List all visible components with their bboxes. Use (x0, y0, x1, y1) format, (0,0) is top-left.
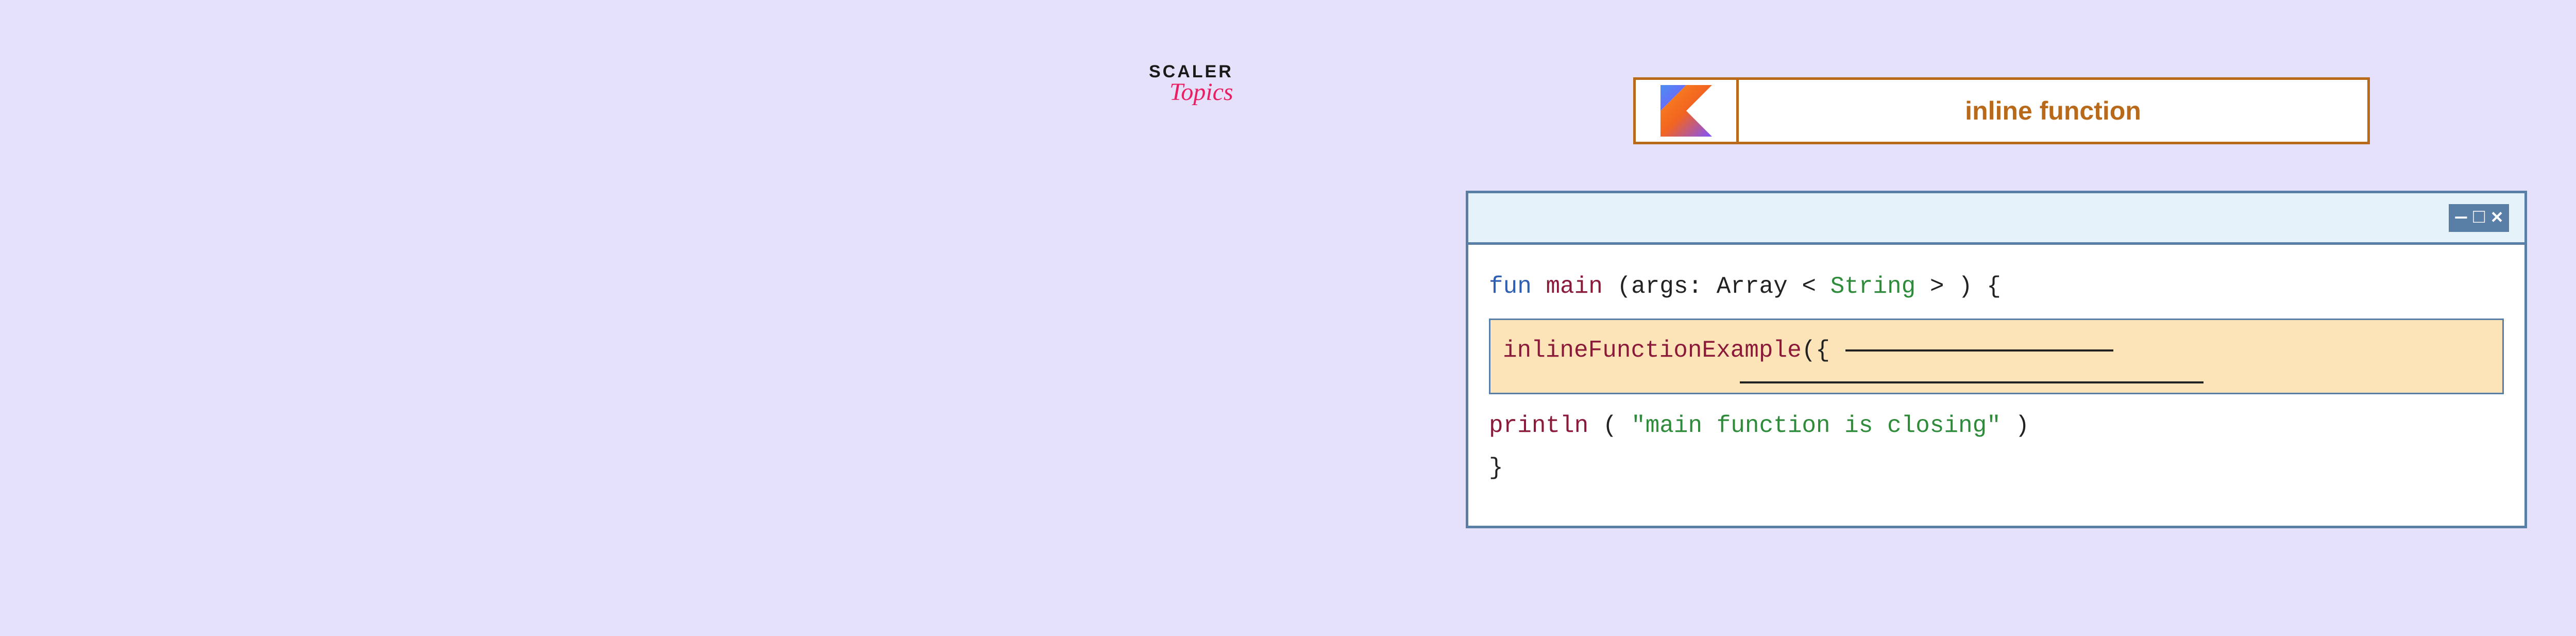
code-window: — □ ✕ fun main (args: Array < String > )… (1466, 191, 2527, 528)
close-icon: ✕ (2491, 208, 2503, 228)
args-open: (args: Array (1617, 273, 1787, 300)
code-line-1: fun main (args: Array < String > ) { (1489, 265, 2504, 308)
placeholder-line-1 (1845, 349, 2113, 352)
func-main: main (1546, 273, 1602, 300)
window-controls: — □ ✕ (2449, 204, 2509, 232)
inline-open: ({ (1802, 329, 1830, 372)
println-open: ( (1603, 412, 1617, 439)
brand-logo: SCALER Topics (1149, 62, 1233, 106)
title-text: inline function (1965, 96, 2141, 126)
closing-brace: } (1489, 455, 1503, 481)
title-box: inline function (1633, 77, 2370, 144)
minimize-icon: — (2455, 208, 2467, 228)
code-body: fun main (args: Array < String > ) { inl… (1468, 245, 2524, 526)
kotlin-icon (1660, 85, 1712, 137)
highlight-line-1: inlineFunctionExample ({ (1503, 329, 2490, 372)
title-icon-cell (1636, 80, 1739, 142)
maximize-icon: □ (2473, 208, 2485, 228)
placeholder-line-2 (1740, 381, 2204, 383)
code-line-4: } (1489, 447, 2504, 490)
println-fn: println (1489, 412, 1588, 439)
highlight-box: inlineFunctionExample ({ (1489, 319, 2504, 394)
type-string: String (1831, 273, 1916, 300)
logo-sub-text: Topics (1170, 78, 1233, 106)
window-titlebar: — □ ✕ (1468, 193, 2524, 245)
args-close: ) { (1958, 273, 2001, 300)
gt: > (1930, 273, 1944, 300)
keyword-fun: fun (1489, 273, 1532, 300)
lt: < (1802, 273, 1816, 300)
inline-fn-call: inlineFunctionExample (1503, 329, 1802, 372)
println-close: ) (2015, 412, 2029, 439)
title-text-cell: inline function (1739, 80, 2367, 142)
code-line-3: println ( "main function is closing" ) (1489, 405, 2504, 447)
string-literal: "main function is closing" (1631, 412, 2001, 439)
